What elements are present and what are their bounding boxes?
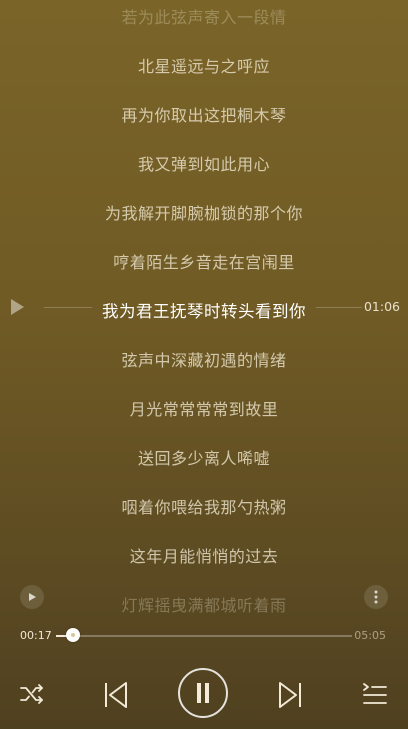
lyric-line: 月光常常常常到故里 bbox=[129, 400, 279, 419]
lyric-line: 北星遥远与之呼应 bbox=[137, 57, 270, 76]
playback-controls bbox=[0, 664, 408, 724]
shuffle-button[interactable] bbox=[18, 680, 46, 708]
lyric-line: 咽着你喂给我那勺热粥 bbox=[121, 498, 287, 517]
playlist-button[interactable] bbox=[360, 680, 390, 708]
play-icon bbox=[29, 593, 36, 601]
total-time: 05:05 bbox=[354, 629, 386, 642]
video-play-button[interactable] bbox=[20, 585, 44, 609]
previous-button[interactable] bbox=[100, 680, 130, 710]
current-lyric-line: 我为君王抚琴时转头看到你 bbox=[102, 302, 306, 321]
lyric-line: 再为你取出这把桐木琴 bbox=[121, 106, 287, 125]
lyrics-panel[interactable]: 若为此弦声寄入一段情 北星遥远与之呼应 再为你取出这把桐木琴 我又弹到如此用心 … bbox=[0, 0, 408, 620]
more-button[interactable] bbox=[364, 585, 388, 609]
play-icon bbox=[11, 299, 24, 315]
more-icon bbox=[374, 590, 378, 604]
lyric-line: 弦声中深藏初遇的情绪 bbox=[121, 351, 287, 370]
lyric-line: 若为此弦声寄入一段情 bbox=[121, 8, 287, 27]
lyric-line: 灯辉摇曳满都城听着雨 bbox=[121, 596, 287, 615]
lyric-line: 为我解开脚腕枷锁的那个你 bbox=[104, 204, 303, 223]
seek-play-button[interactable] bbox=[8, 298, 26, 316]
lyric-line: 这年月能悄悄的过去 bbox=[129, 547, 279, 566]
lyric-line: 送回多少离人唏嘘 bbox=[137, 449, 270, 468]
pause-button[interactable] bbox=[178, 668, 228, 718]
lyric-line: 哼着陌生乡音走在宫闱里 bbox=[113, 253, 295, 272]
progress-area: 00:17 05:05 bbox=[0, 624, 408, 648]
playlist-icon bbox=[363, 683, 387, 704]
progress-bar[interactable] bbox=[56, 628, 352, 642]
seek-time-label: 01:06 bbox=[363, 299, 400, 314]
next-button[interactable] bbox=[276, 680, 306, 710]
lyric-line: 我又弹到如此用心 bbox=[137, 155, 270, 174]
progress-thumb[interactable] bbox=[65, 628, 80, 642]
previous-icon bbox=[105, 682, 127, 708]
shuffle-icon bbox=[20, 684, 43, 704]
pause-icon bbox=[197, 683, 209, 703]
elapsed-time: 00:17 bbox=[20, 629, 52, 642]
next-icon bbox=[279, 682, 301, 708]
